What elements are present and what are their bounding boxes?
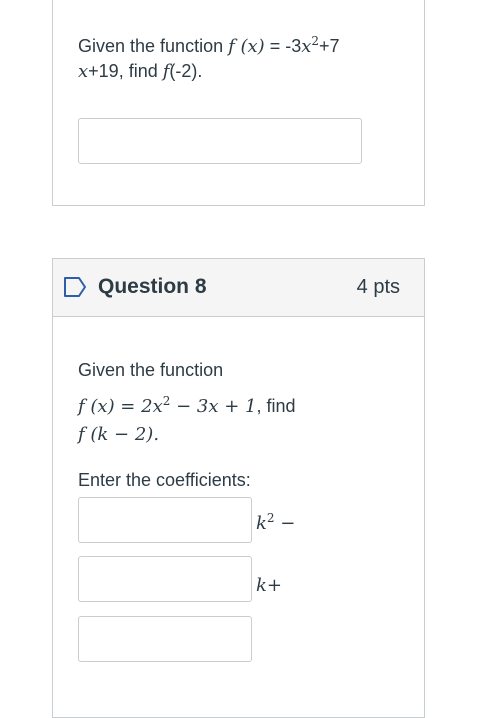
unit-exponent: 2 [266, 511, 275, 525]
find-word: , find [256, 396, 296, 416]
coefficient-input-1[interactable] [78, 497, 252, 543]
unit-sign: − [274, 513, 296, 534]
question-points: 4 pts [356, 276, 400, 298]
function-symbol: f [78, 424, 85, 445]
equals-coef: = -3 [264, 36, 302, 56]
variable-x: x [78, 61, 89, 82]
linear-coef: +7 [319, 36, 340, 56]
unit-k-plus: k+ [256, 575, 282, 596]
flag-question-icon[interactable] [63, 276, 87, 298]
evaluate-arg: (k − 2). [84, 424, 160, 445]
instructions: Enter the coefficients: [78, 470, 251, 490]
question-7-intro: Given the function [78, 36, 229, 56]
question-7-text-line-1: Given the function f (x) = -3x2+7 [78, 28, 340, 60]
function-symbol: f [228, 36, 235, 57]
unit-k: k [256, 513, 267, 534]
question-8-equation: f (x) = 2x2 − 3x + 1, find [78, 388, 296, 420]
equation-rhs: − 3x + 1 [170, 396, 257, 417]
variable-x: x [301, 36, 312, 57]
question-8-intro: Given the function [78, 360, 224, 380]
coefficient-input-2[interactable] [78, 556, 252, 602]
question-8-header: Question 8 4 pts [53, 259, 424, 317]
question-8-evaluate: f (k − 2). [78, 421, 159, 448]
constant-and-find: +19, find [88, 61, 163, 81]
unit-label-k-squared: k2 − [256, 511, 295, 534]
evaluate-arg: (-2). [169, 61, 203, 81]
question-title: Question 8 [98, 275, 207, 298]
question-8-card: Question 8 4 pts Given the function f (x… [52, 258, 425, 718]
question-7-card: Given the function f (x) = -3x2+7 x+19, … [52, 0, 425, 206]
exponent: 2 [311, 34, 320, 48]
equation-lhs: (x) = 2x [84, 396, 163, 417]
unit-label-k-plus: k+ [256, 575, 282, 596]
question-7-answer-input[interactable] [78, 118, 362, 164]
function-symbol: f [78, 396, 85, 417]
coefficient-input-3[interactable] [78, 616, 252, 662]
question-7-text-line-2: x+19, find f(-2). [78, 58, 202, 85]
function-arg: (x) [240, 36, 265, 57]
